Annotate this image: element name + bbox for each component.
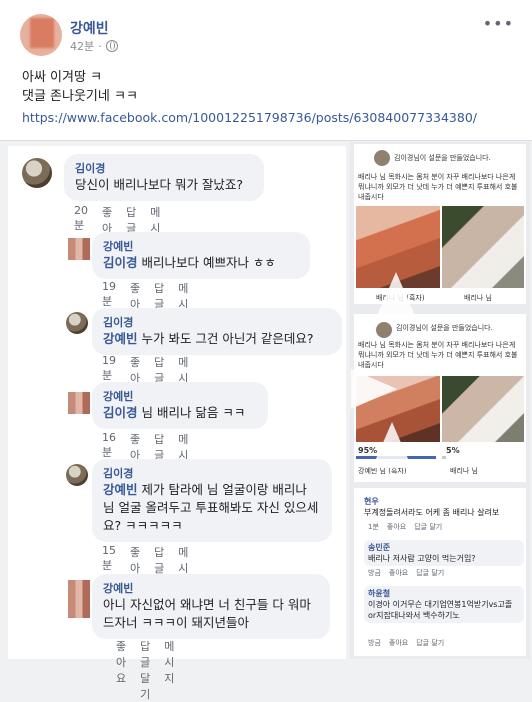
poll-right-bar [442,456,447,459]
poll-body: 배리나 님 목화시는 몸처 분이 자꾸 배리나보다 나은게 뭐냐니까 외모가 더… [358,173,518,201]
comment-actions: 좋아요 답글 달기 메시지 [102,638,174,702]
right-comments: 현우 부계정돌려서라도 어케 좀 배리나 살려보 1분 좋아요 답글 달기 송민… [354,488,526,656]
poll-body: 배리나 님 목화시는 몸처 분이 자꾸 배리나보다 나은게 뭐냐니까 외모가 더… [358,341,518,369]
author-name[interactable]: 강예빈 [70,18,109,38]
comment-actions: 1분 좋아요 답글 달기 [368,522,442,532]
commenter-avatar[interactable] [68,580,90,618]
post-line-1: 아싸 이겨땅 ㅋ [22,70,103,85]
like-button[interactable]: 좋아요 [389,638,408,648]
comment-bubble: 김이경 강예빈 제가 탐라에 님 얼굴이랑 배리나 님 얼굴 올려두고 투표해봐… [92,459,332,542]
comment-bubble: 강예빈 아니 자신없어 왜냐면 너 친구들 다 워마드자너 ㅋㅋㅋ이 돼지년들아 [92,574,330,639]
watermark-shape [351,369,397,409]
watermark-shape [376,272,416,318]
reply-button[interactable]: 답글 달기 [416,568,444,578]
poll-header: 김이경님이 설문을 만들었습니다. [394,154,491,162]
comment-time[interactable]: 방금 [368,638,381,648]
globe-icon [105,40,118,52]
poll-option-right-label[interactable]: 배리나 님 [464,293,492,303]
commenter-name[interactable]: 강예빈 [103,239,299,254]
right-comment-2: 송민준 배리나 저사람 고양이 먹는거임? [364,540,524,566]
reply-button[interactable]: 답글 달기 [416,638,444,648]
mention-tag[interactable]: 김이경 [103,255,138,270]
comment-text: 배리나 저사람 고양이 먹는거임? [368,554,476,563]
poll-author-avatar[interactable] [376,322,392,338]
commenter-avatar[interactable] [68,392,90,414]
commenter-name[interactable]: 강예빈 [103,389,257,404]
divider [0,140,532,141]
commenter-avatar[interactable] [66,312,88,334]
comment-text: 배리나보다 예쁘자나 ㅎㅎ [137,255,276,270]
comment-bubble: 김이경 당신이 배리나보다 뭐가 잘났죠? [64,154,264,201]
reply-button[interactable]: 답글 달기 [140,638,150,702]
comment-text: 이경아 이거무슨 대기업연봉1억받기vs고졸 or지잡대나와서 백수하기노 [368,600,513,620]
comment-actions: 방금 좋아요 답글 달기 [368,638,444,648]
right-comment-1: 현우 부계정돌려서라도 어케 좀 배리나 살려보 [364,496,524,518]
poll-photo-right[interactable] [442,206,524,288]
post-meta: 42분 · [70,38,118,54]
poll-option-right-label[interactable]: 배리나 님 [450,466,478,476]
comment-bubble: 강예빈 김이경 배리나보다 예쁘자나 ㅎㅎ [92,232,310,279]
comment-time[interactable]: 1분 [368,522,379,532]
comment-bubble: 강예빈 김이경 님 배리나 닮음 ㅋㅋ [92,382,268,429]
poll-right-percent: 5% [446,446,460,455]
right-comment-3: 하윤철 이경아 이거무슨 대기업연봉1억받기vs고졸 or지잡대나와서 백수하기… [364,586,524,623]
commenter-avatar[interactable] [68,238,90,260]
commenter-name[interactable]: 강예빈 [103,581,319,596]
reply-button[interactable]: 답글 달기 [414,522,442,532]
post-time[interactable]: 42분 [70,38,94,54]
comment-text: 누가 봐도 그건 아닌거 같은데요? [137,331,314,346]
post-link[interactable]: https://www.facebook.com/100012251798736… [22,110,477,125]
post-text: 아싸 이겨땅 ㅋ 댓글 존나웃기네 ㅋㅋ [22,68,138,106]
poll-author-avatar[interactable] [374,150,390,166]
comment-text: 당신이 배리나보다 뭐가 잘났죠? [75,177,244,192]
commenter-name[interactable]: 김이경 [75,161,253,176]
comment-text: 아니 자신없어 왜냐면 너 친구들 다 워마드자너 ㅋㅋㅋ이 돼지년들아 [103,597,311,630]
post-header: 강예빈 42분 · ••• 아싸 이겨땅 ㅋ 댓글 존나웃기네 ㅋㅋ https… [0,0,532,140]
like-button[interactable]: 좋아요 [389,568,408,578]
comment-text: 부계정돌려서라도 어케 좀 배리나 살려보 [364,508,500,517]
author-avatar[interactable] [20,14,62,56]
mention-tag[interactable]: 강예빈 [103,482,138,497]
like-button[interactable]: 좋아요 [116,638,126,702]
comment-thread: 김이경 당신이 배리나보다 뭐가 잘났죠? 20분 좋아요 답글 달기 메시지 … [8,146,346,701]
commenter-name[interactable]: 하윤철 [368,588,520,599]
commenter-avatar[interactable] [22,158,52,188]
message-button[interactable]: 메시지 [164,638,174,702]
commenter-name[interactable]: 현우 [364,496,524,507]
poll-photo-right[interactable] [442,376,524,442]
mention-tag[interactable]: 강예빈 [103,331,138,346]
comment-text: 님 배리나 닮음 ㅋㅋ [137,405,246,420]
poll-screenshots: 김이경님이 설문을 만들었습니다. 배리나 님 목화시는 몸처 분이 자꾸 배리… [350,142,530,659]
poll-header: 김이경님이 설문을 만들었습니다. [396,324,493,332]
like-button[interactable]: 좋아요 [387,522,406,532]
post-line-2: 댓글 존나웃기네 ㅋㅋ [22,89,138,104]
commenter-avatar[interactable] [66,464,88,486]
comment-actions: 방금 좋아요 답글 달기 [368,568,444,578]
commenter-name[interactable]: 김이경 [103,315,331,330]
comment-bubble: 김이경 강예빈 누가 봐도 그건 아닌거 같은데요? [92,308,342,355]
commenter-name[interactable]: 김이경 [103,466,321,481]
more-options-icon[interactable]: ••• [483,14,514,33]
commenter-name[interactable]: 송민준 [368,542,520,553]
comment-time[interactable]: 방금 [368,568,381,578]
watermark-shape [372,422,412,468]
mention-tag[interactable]: 김이경 [103,405,138,420]
